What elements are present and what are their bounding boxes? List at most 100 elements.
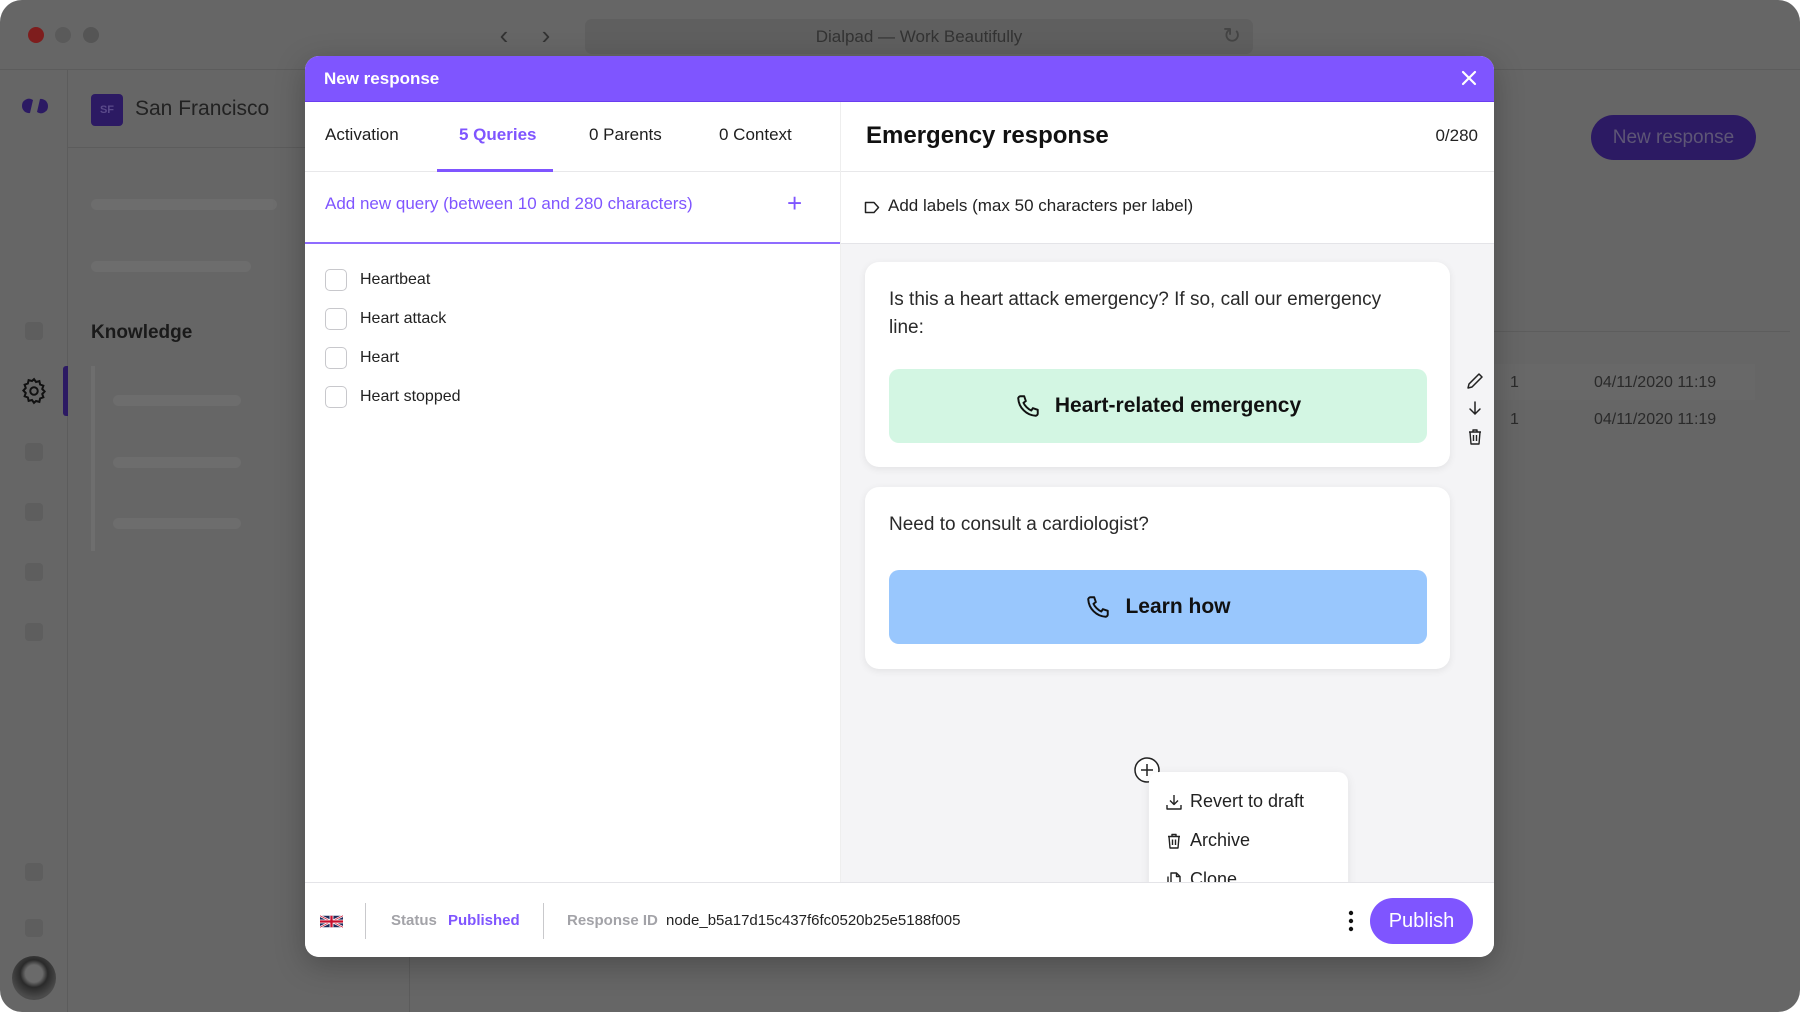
add-labels-input[interactable] bbox=[888, 196, 1388, 216]
rail-item[interactable] bbox=[25, 322, 43, 340]
response-card[interactable]: Is this a heart attack emergency? If so,… bbox=[865, 262, 1450, 467]
tag-icon bbox=[864, 201, 880, 214]
modal-header: New response bbox=[305, 56, 1494, 102]
phone-icon bbox=[1087, 596, 1110, 618]
divider bbox=[365, 903, 366, 939]
learn-how-button[interactable]: Learn how bbox=[889, 570, 1427, 644]
add-query-row: + bbox=[305, 172, 840, 244]
rail-item[interactable] bbox=[25, 623, 43, 641]
actions-menu: Revert to draft Archive Clone bbox=[1149, 772, 1348, 899]
chevron-right-icon[interactable]: › bbox=[533, 22, 559, 48]
labels-row bbox=[841, 172, 1494, 244]
dialpad-logo-icon[interactable] bbox=[20, 96, 50, 116]
response-card[interactable]: Need to consult a cardiologist? Learn ho… bbox=[865, 487, 1450, 669]
tab-activation[interactable]: Activation bbox=[325, 125, 399, 172]
status-label: Status bbox=[391, 912, 437, 929]
table-row[interactable]: 1 04/11/2020 11:19 bbox=[1490, 401, 1755, 437]
menu-item-label: Archive bbox=[1190, 830, 1251, 850]
skeleton-line bbox=[113, 457, 241, 468]
cell-count: 1 bbox=[1510, 374, 1519, 391]
rail-item[interactable] bbox=[25, 443, 43, 461]
user-avatar[interactable] bbox=[12, 956, 56, 1000]
close-window-button[interactable] bbox=[28, 27, 44, 43]
section-title: Knowledge bbox=[91, 322, 193, 343]
query-checkbox[interactable] bbox=[325, 346, 347, 369]
tab-context[interactable]: 0 Context bbox=[719, 125, 792, 172]
phone-icon bbox=[1017, 395, 1039, 417]
response-title[interactable]: Emergency response bbox=[866, 122, 1109, 150]
heart-emergency-button[interactable]: Heart-related emergency bbox=[889, 369, 1427, 443]
publish-button[interactable]: Publish bbox=[1370, 898, 1473, 944]
skeleton-line bbox=[91, 261, 251, 272]
gear-icon[interactable] bbox=[19, 376, 49, 406]
app-rail bbox=[0, 70, 68, 1012]
query-label: Heart stopped bbox=[360, 387, 461, 405]
status-badge: Published bbox=[448, 912, 520, 929]
trash-icon[interactable] bbox=[1464, 426, 1486, 448]
response-id-value: node_b5a17d15c437f6fc0520b25e5188f005 bbox=[666, 912, 961, 929]
character-count: 0/280 bbox=[1435, 126, 1478, 145]
divider bbox=[543, 903, 544, 939]
new-response-modal: New response Activation 5 Queries 0 Pare… bbox=[305, 56, 1494, 957]
query-checkbox[interactable] bbox=[325, 268, 347, 291]
reload-icon[interactable]: ↻ bbox=[1223, 23, 1241, 49]
menu-item-archive[interactable]: Archive bbox=[1149, 821, 1348, 860]
card-text[interactable]: Need to consult a cardiologist? bbox=[889, 511, 1420, 539]
card-button-label: Heart-related emergency bbox=[1054, 394, 1302, 417]
more-options-icon[interactable] bbox=[1345, 908, 1357, 934]
minimize-window-button[interactable] bbox=[55, 27, 71, 43]
tab-parents[interactable]: 0 Parents bbox=[589, 125, 662, 172]
query-checkbox[interactable] bbox=[325, 385, 347, 408]
skeleton-line bbox=[113, 518, 241, 529]
trash-icon bbox=[1168, 833, 1180, 849]
org-name: San Francisco bbox=[135, 97, 270, 120]
menu-item-label: Revert to draft bbox=[1190, 791, 1305, 811]
address-bar[interactable]: Dialpad — Work Beautifully ↻ bbox=[585, 19, 1253, 54]
card-button-label: Learn how bbox=[1125, 595, 1231, 618]
org-badge: SF bbox=[91, 94, 123, 126]
rail-item[interactable] bbox=[25, 503, 43, 521]
query-item: Heart stopped bbox=[325, 377, 461, 416]
chevron-left-icon[interactable]: ‹ bbox=[491, 22, 517, 48]
cell-date: 04/11/2020 11:19 bbox=[1594, 374, 1717, 391]
query-label: Heart attack bbox=[360, 309, 447, 327]
response-header: Emergency response 0/280 bbox=[841, 102, 1494, 172]
modal-footer: Status Published Response ID node_b5a17d… bbox=[305, 882, 1494, 957]
uk-flag-icon[interactable] bbox=[320, 914, 343, 929]
maximize-window-button[interactable] bbox=[83, 27, 99, 43]
cell-count: 1 bbox=[1510, 411, 1519, 428]
query-list: Heartbeat Heart attack Heart Heart stopp… bbox=[325, 260, 461, 416]
cell-date: 04/11/2020 11:19 bbox=[1594, 411, 1717, 428]
page-title: Dialpad — Work Beautifully bbox=[815, 27, 1023, 46]
pencil-icon[interactable] bbox=[1464, 370, 1486, 392]
query-label: Heartbeat bbox=[360, 270, 431, 288]
app-window: ‹ › Dialpad — Work Beautifully ↻ SF San … bbox=[0, 0, 1800, 1012]
divider bbox=[1490, 331, 1790, 332]
tab-queries[interactable]: 5 Queries bbox=[459, 125, 537, 172]
skeleton-line bbox=[113, 395, 241, 406]
close-icon[interactable] bbox=[1456, 65, 1482, 91]
rail-item[interactable] bbox=[25, 563, 43, 581]
rail-item[interactable] bbox=[25, 863, 43, 881]
query-item: Heartbeat bbox=[325, 260, 461, 299]
query-label: Heart bbox=[360, 348, 400, 366]
queries-panel: Activation 5 Queries 0 Parents 0 Context… bbox=[305, 102, 841, 938]
card-text[interactable]: Is this a heart attack emergency? If so,… bbox=[889, 286, 1420, 342]
menu-item-revert-to-draft[interactable]: Revert to draft bbox=[1149, 782, 1348, 821]
table-row[interactable]: 1 04/11/2020 11:19 bbox=[1490, 364, 1755, 400]
add-query-button[interactable]: + bbox=[787, 188, 802, 218]
arrow-down-icon[interactable] bbox=[1464, 397, 1486, 419]
rail-item[interactable] bbox=[25, 919, 43, 937]
query-item: Heart bbox=[325, 338, 461, 377]
skeleton-line bbox=[91, 199, 277, 210]
add-query-input[interactable] bbox=[325, 194, 765, 214]
response-editor: Emergency response 0/280 Is this a heart… bbox=[841, 102, 1494, 938]
download-icon bbox=[1166, 794, 1182, 810]
modal-tabs: Activation 5 Queries 0 Parents 0 Context bbox=[305, 102, 840, 172]
query-checkbox[interactable] bbox=[325, 307, 347, 330]
tree-line bbox=[91, 366, 95, 551]
response-id-label: Response ID bbox=[567, 912, 658, 929]
new-response-button[interactable]: New response bbox=[1591, 115, 1756, 160]
query-item: Heart attack bbox=[325, 299, 461, 338]
modal-title: New response bbox=[324, 69, 440, 88]
